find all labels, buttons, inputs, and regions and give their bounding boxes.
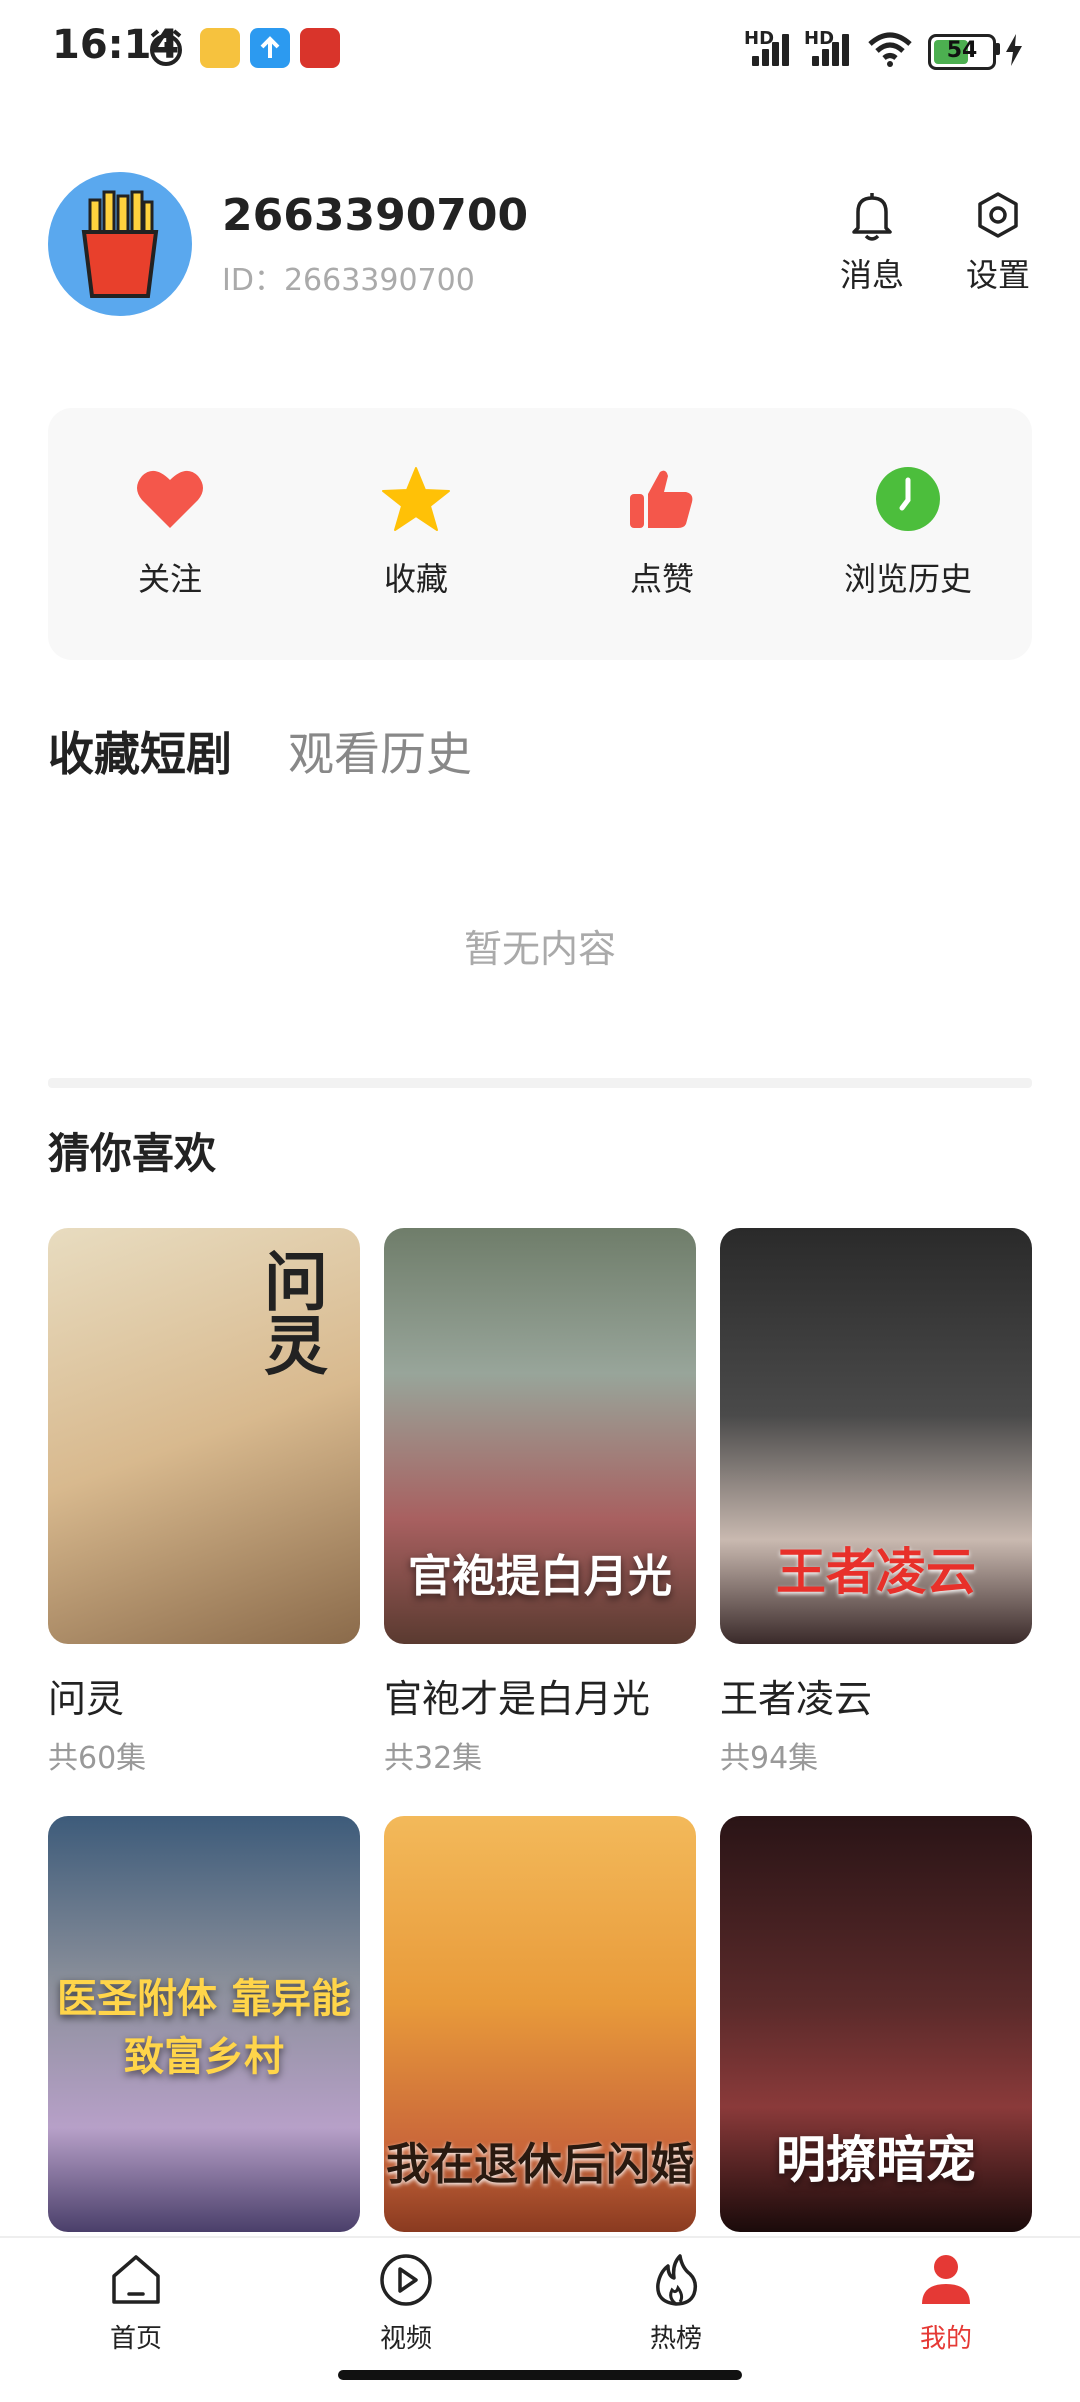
drama-title: 官袍才是白月光 [384,1677,651,1721]
home-icon [112,2255,160,2304]
nav-video-label: 视频 [379,2324,432,2354]
clock-icon [876,467,940,531]
empty-state-text: 暂无内容 [463,927,616,971]
drama-card[interactable]: 明撩暗宠 [720,1816,1032,2232]
user-id: ID：2663390700 [222,263,475,298]
tab-favorite-dramas[interactable]: 收藏短剧 [48,718,232,784]
poster-title: 官袍提白月光 [408,1551,672,1602]
username: 2663390700 [222,190,529,241]
drama-poster[interactable]: 问灵 [48,1228,360,1644]
episode-count: 共32集 [384,1741,483,1776]
poster-title: 王者凌云 [776,1542,976,1601]
nav-hot-label: 热榜 [649,2324,702,2354]
drama-poster[interactable]: 我在退休后闪婚 [384,1816,696,2232]
upload-notification-icon [250,28,290,68]
alarm-icon [150,29,182,66]
signal-icon [752,32,798,66]
poster-title: 医圣附体 靠异能致富乡村 [57,1975,351,2080]
game-notification-icon [300,28,340,68]
flame-icon [656,2254,698,2306]
episode-count: 共60集 [48,1741,147,1776]
messages-button[interactable]: 消息 [822,190,922,296]
status-bar: 16:14 HD HD 54 [0,0,1080,100]
follow-button[interactable]: 关注 [70,466,270,600]
heart-icon [137,470,203,528]
drama-title: 王者凌云 [720,1677,873,1721]
settings-button[interactable]: 设置 [948,190,1048,296]
app-notification-icon [200,28,240,68]
browse-history-button[interactable]: 浏览历史 [808,466,1008,600]
likes-label: 点赞 [629,560,694,598]
drama-card[interactable]: 医圣附体 靠异能致富乡村 [48,1816,360,2232]
poster-title: 明撩暗宠 [776,2130,976,2189]
charging-icon [1006,34,1022,66]
nav-video[interactable]: 视频 [336,2252,476,2355]
wifi-icon [868,32,912,67]
battery-level: 54 [946,38,978,63]
gear-icon [978,192,1018,238]
poster-title: 问灵 [253,1248,328,1376]
settings-label: 设置 [965,256,1030,294]
likes-button[interactable]: 点赞 [562,466,762,600]
drama-title: 问灵 [48,1677,125,1721]
nav-home-label: 首页 [109,2324,162,2354]
drama-poster[interactable]: 王者凌云 [720,1228,1032,1644]
fries-icon [81,190,159,298]
signal-icon-2 [812,32,858,66]
drama-card[interactable]: 官袍提白月光 官袍才是白月光 共32集 [384,1228,696,1777]
drama-card[interactable]: 我在退休后闪婚 [384,1816,696,2232]
drama-poster[interactable]: 明撩暗宠 [720,1816,1032,2232]
favorites-button[interactable]: 收藏 [316,466,516,600]
messages-label: 消息 [839,256,904,294]
user-icon [922,2255,970,2304]
episode-count: 共94集 [720,1741,819,1776]
favorites-label: 收藏 [383,560,448,598]
battery-icon: 54 [928,34,996,70]
quick-actions-card: 关注 收藏 点赞 浏览历史 [48,408,1032,660]
drama-poster[interactable]: 医圣附体 靠异能致富乡村 [48,1816,360,2232]
avatar[interactable] [48,172,192,316]
bell-icon [852,193,892,241]
section-divider [48,1078,1032,1088]
home-indicator[interactable] [338,2370,742,2380]
nav-home[interactable]: 首页 [66,2252,206,2355]
nav-me[interactable]: 我的 [876,2252,1016,2355]
star-icon [382,467,450,531]
poster-title: 我在退休后闪婚 [386,2139,694,2190]
recommend-title: 猜你喜欢 [48,1129,217,1178]
follow-label: 关注 [137,560,202,598]
drama-card[interactable]: 王者凌云 王者凌云 共94集 [720,1228,1032,1777]
tab-watch-history[interactable]: 观看历史 [288,718,472,784]
drama-poster[interactable]: 官袍提白月光 [384,1228,696,1644]
nav-hot[interactable]: 热榜 [606,2252,746,2355]
nav-me-label: 我的 [919,2324,972,2354]
play-circle-icon [380,2254,432,2306]
drama-card[interactable]: 问灵 问灵 共60集 [48,1228,360,1777]
browse-history-label: 浏览历史 [843,560,972,598]
thumbs-up-icon [630,470,693,528]
